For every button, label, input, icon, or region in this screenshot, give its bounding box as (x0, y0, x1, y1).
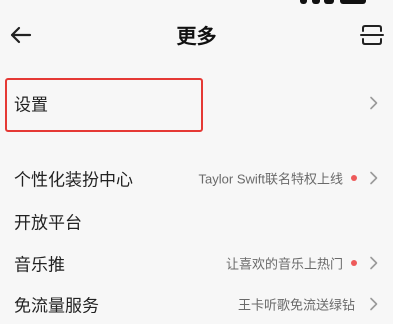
nav-header: 更多 (0, 6, 393, 68)
chevron-right-icon (370, 171, 378, 185)
signal-icon (300, 0, 307, 4)
row-subtitle: Taylor Swift联名特权上线 (198, 171, 343, 187)
row-label: 音乐推 (14, 255, 65, 276)
data-free-service-row[interactable]: 免流量服务 王卡听歌免流送绿钻 (0, 284, 393, 324)
scan-button[interactable] (357, 20, 387, 50)
row-label: 免流量服务 (14, 296, 99, 317)
wifi-icon (312, 0, 320, 4)
highlight-box (5, 78, 203, 132)
chevron-right-icon (370, 256, 378, 270)
row-label: 个性化装扮中心 (14, 170, 133, 191)
notification-dot (351, 260, 357, 266)
battery-icon (324, 0, 334, 4)
notification-dot (351, 175, 357, 181)
open-platform-row[interactable]: 开放平台 (0, 201, 393, 241)
chevron-right-icon (370, 96, 378, 110)
scan-icon (360, 25, 384, 45)
chevron-right-icon (370, 297, 378, 311)
page-title: 更多 (176, 24, 217, 48)
time-indicator (340, 0, 366, 4)
row-subtitle: 王卡听歌免流送绿钻 (237, 297, 355, 313)
music-promote-row[interactable]: 音乐推 让喜欢的音乐上热门 (0, 243, 393, 283)
personalization-center-row[interactable]: 个性化装扮中心 Taylor Swift联名特权上线 (0, 158, 393, 198)
row-subtitle: 让喜欢的音乐上热门 (225, 256, 343, 272)
row-label: 开放平台 (14, 213, 82, 234)
